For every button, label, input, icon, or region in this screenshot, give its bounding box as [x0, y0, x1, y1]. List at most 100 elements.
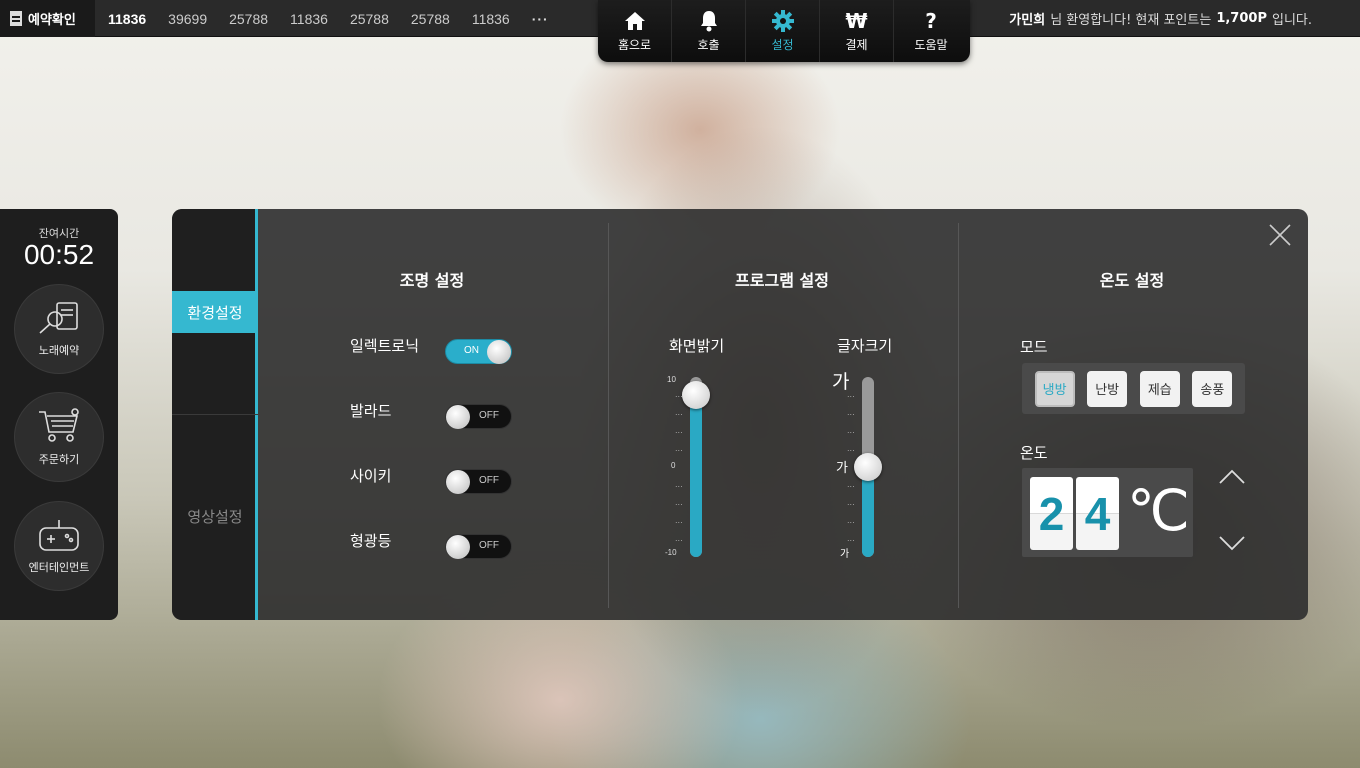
electronic-toggle[interactable]: ON	[445, 339, 512, 364]
slider-tick: ...	[675, 516, 683, 525]
slider-tick: ...	[675, 534, 683, 543]
brightness-min-label: -10	[665, 548, 677, 557]
temperature-up-icon[interactable]	[1218, 467, 1246, 485]
nav-payment-label: 결제	[845, 37, 868, 52]
temperature-digit-tens: 2	[1030, 477, 1073, 550]
toggle-state: OFF	[479, 410, 499, 421]
mode-heating-button[interactable]: 난방	[1087, 370, 1128, 407]
slider-tick: ...	[847, 426, 855, 435]
reservation-check-button[interactable]: 예약확인	[0, 0, 95, 37]
fontsize-medium-label: 가	[836, 461, 848, 476]
song-reserve-button[interactable]: 노래예약	[14, 284, 104, 374]
slider-tick: ...	[847, 534, 855, 543]
queue-item[interactable]: 11836	[472, 11, 510, 27]
lighting-label: 사이키	[350, 467, 392, 485]
fluorescent-toggle[interactable]: OFF	[445, 534, 512, 559]
brightness-max-label: 10	[667, 375, 676, 384]
queue-item[interactable]: 11836	[290, 11, 328, 27]
queue-item[interactable]: 25788	[229, 11, 268, 27]
greeting-tail: 입니다.	[1271, 13, 1312, 28]
queue-item[interactable]: 25788	[350, 11, 389, 27]
help-icon: ?	[925, 8, 937, 33]
reservation-check-label: 예약확인	[28, 13, 76, 28]
settings-panel: 환경설정 영상설정 조명 설정 일렉트로닉 ON 발라드 OFF 사이키 OFF…	[172, 209, 1308, 620]
brightness-slider-knob[interactable]	[682, 381, 710, 409]
toggle-state: OFF	[479, 475, 499, 486]
nav-payment[interactable]: ₩ 결제	[820, 0, 894, 62]
slider-tick: ...	[847, 480, 855, 489]
nav-help-label: 도움말	[914, 37, 948, 52]
tab-environment-settings[interactable]: 환경설정	[172, 291, 258, 333]
nav-call[interactable]: 호출	[672, 0, 746, 62]
program-title: 프로그램 설정	[735, 271, 829, 290]
psychedelic-toggle[interactable]: OFF	[445, 469, 512, 494]
temperature-unit: ℃	[1127, 479, 1190, 542]
close-icon[interactable]	[1268, 223, 1292, 247]
lighting-row-electronic: 일렉트로닉 ON	[350, 333, 520, 364]
home-icon	[624, 10, 646, 32]
slider-tick: ...	[675, 408, 683, 417]
song-reserve-label: 노래예약	[38, 343, 80, 357]
lighting-row-psychedelic: 사이키 OFF	[350, 463, 520, 494]
order-label: 주문하기	[38, 452, 80, 466]
brightness-label: 화면밝기	[669, 337, 725, 355]
nav-help[interactable]: ? 도움말	[894, 0, 968, 62]
fontsize-slider-knob[interactable]	[854, 453, 882, 481]
user-name: 가민희	[1009, 13, 1046, 28]
fontsize-small-label: 가	[840, 549, 850, 560]
slider-tick: ...	[847, 444, 855, 453]
bell-icon	[700, 10, 718, 32]
order-button[interactable]: 주문하기	[14, 392, 104, 482]
cart-icon	[37, 407, 81, 447]
nav-settings[interactable]: 설정	[746, 0, 820, 62]
brightness-mid-label: 0	[671, 461, 676, 470]
slider-tick: ...	[675, 426, 683, 435]
nav-call-label: 호출	[697, 37, 720, 52]
lighting-label: 형광등	[350, 532, 392, 550]
toggle-knob	[446, 470, 470, 494]
fontsize-label: 글자크기	[837, 337, 893, 355]
mode-label: 모드	[1020, 338, 1048, 356]
temperature-display: 2 4 ℃	[1022, 468, 1193, 557]
slider-tick: ...	[675, 390, 683, 399]
gear-icon	[771, 9, 794, 32]
slider-tick: ...	[675, 444, 683, 453]
greeting: 가민희 님 환영합니다! 현재 포인트는 1,700P 입니다.	[1009, 0, 1312, 37]
temperature-down-icon[interactable]	[1218, 535, 1246, 553]
slider-tick: ...	[847, 516, 855, 525]
lighting-title: 조명 설정	[399, 271, 465, 290]
mode-selector: 냉방 난방 제습 송풍	[1022, 363, 1245, 414]
column-divider	[958, 223, 959, 608]
slider-tick: ...	[847, 498, 855, 507]
temperature-label: 온도	[1020, 444, 1048, 462]
queue-item[interactable]: 39699	[168, 11, 207, 27]
more-icon[interactable]: ···	[532, 11, 549, 27]
mode-fan-button[interactable]: 송풍	[1192, 370, 1233, 407]
reservation-queue: 11836 39699 25788 11836 25788 25788 1183…	[108, 0, 571, 37]
mode-dehumidify-button[interactable]: 제습	[1139, 370, 1180, 407]
column-divider	[608, 223, 609, 608]
points-value: 1,700P	[1216, 11, 1267, 26]
document-icon	[10, 11, 22, 26]
mode-cooling-button[interactable]: 냉방	[1034, 370, 1075, 407]
ballad-toggle[interactable]: OFF	[445, 404, 512, 429]
tab-video-settings[interactable]: 영상설정	[172, 495, 258, 537]
entertainment-label: 엔터테인먼트	[28, 560, 90, 574]
toggle-knob	[487, 340, 511, 364]
nav-home[interactable]: 홈으로	[598, 0, 672, 62]
slider-tick: ...	[675, 480, 683, 489]
queue-item[interactable]: 11836	[108, 11, 146, 27]
left-panel: 잔여시간 00:52 노래예약 주문하기 엔터테인먼트	[0, 209, 118, 620]
remaining-time: 00:52	[23, 239, 95, 270]
lighting-row-fluorescent: 형광등 OFF	[350, 528, 520, 559]
lighting-row-ballad: 발라드 OFF	[350, 398, 520, 429]
greeting-text: 님 환영합니다! 현재 포인트는	[1050, 13, 1212, 28]
lighting-label: 일렉트로닉	[350, 337, 420, 355]
gamepad-icon	[36, 518, 82, 555]
entertainment-button[interactable]: 엔터테인먼트	[14, 501, 104, 591]
toggle-knob	[446, 405, 470, 429]
queue-item[interactable]: 25788	[411, 11, 450, 27]
lighting-label: 발라드	[350, 402, 392, 420]
nav-settings-label: 설정	[771, 37, 794, 52]
toggle-state: ON	[464, 345, 479, 356]
